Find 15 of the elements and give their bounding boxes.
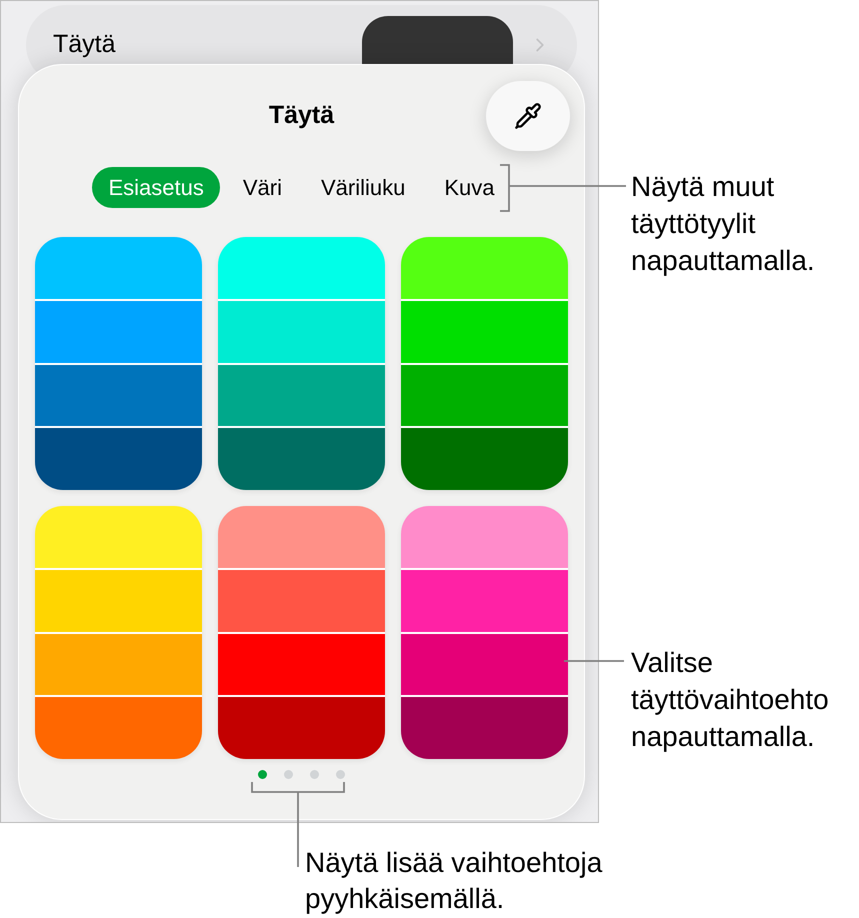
fill-type-tab[interactable]: Väri — [226, 167, 298, 208]
popover-title: Täytä — [268, 100, 334, 132]
color-preset[interactable] — [401, 237, 568, 490]
fill-type-tab[interactable]: Väriliuku — [304, 167, 422, 208]
color-preset[interactable] — [218, 237, 385, 490]
color-preset[interactable] — [35, 506, 202, 759]
callout-text: Näytä muut täyttötyylit napauttamalla. — [631, 170, 816, 278]
callout-text: Näytä lisää vaihtoehtoja pyyhkäisemällä. — [305, 846, 604, 916]
callout-text: Valitse täyttövaihtoehto napauttamalla. — [631, 646, 830, 754]
color-preset[interactable] — [218, 506, 385, 759]
color-preset[interactable] — [401, 506, 568, 759]
leader-line — [564, 660, 624, 662]
eyedropper-icon — [514, 102, 542, 130]
fill-type-tab[interactable]: Kuva — [428, 167, 511, 208]
color-preset[interactable] — [35, 237, 202, 490]
